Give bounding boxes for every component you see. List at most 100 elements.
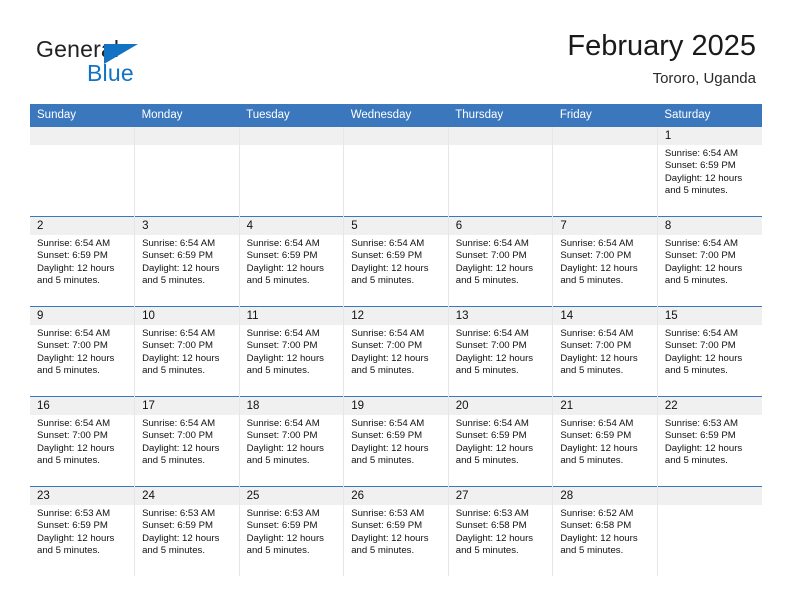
day-cell-inner: 10 Sunrise: 6:54 AM Sunset: 7:00 PM Dayligh…	[135, 307, 239, 396]
day-number: 25	[239, 487, 344, 505]
day-details: Sunrise: 6:54 AM Sunset: 7:00 PM Daylight:…	[658, 325, 762, 378]
calendar-day-cell[interactable]: 25 Sunrise: 6:53 AM Sunset: 6:59 PM Dayligh…	[238, 486, 344, 576]
daylight-text: Daylight: 12 hours and 5 minutes.	[37, 532, 115, 557]
sunrise-text: Sunrise: 6:54 AM	[664, 148, 738, 159]
calendar-week-row: 16 Sunrise: 6:54 AM Sunset: 7:00 PM Dayligh…	[30, 396, 762, 487]
day-details: Sunrise: 6:54 AM Sunset: 7:00 PM Daylight:…	[658, 235, 762, 288]
sunrise-text: Sunrise: 6:53 AM	[142, 508, 216, 519]
day-cell-inner	[135, 127, 239, 216]
calendar-day-cell[interactable]: 10 Sunrise: 6:54 AM Sunset: 7:00 PM Dayligh…	[134, 306, 240, 397]
calendar-day-cell[interactable]: 14 Sunrise: 6:54 AM Sunset: 7:00 PM Dayligh…	[552, 306, 658, 397]
daylight-text: Daylight: 12 hours and 5 minutes.	[142, 532, 220, 557]
daylight-text: Daylight: 12 hours and 5 minutes.	[455, 532, 534, 557]
calendar-day-cell[interactable]: 8 Sunrise: 6:54 AM Sunset: 7:00 PM Daylight…	[656, 216, 762, 307]
day-cell-inner: 22 Sunrise: 6:53 AM Sunset: 6:59 PM Dayligh…	[657, 397, 762, 486]
calendar-page: General Blue February 2025 Tororo, Ugand…	[0, 0, 792, 612]
calendar-day-cell[interactable]: 3 Sunrise: 6:54 AM Sunset: 6:59 PM Daylight…	[134, 216, 240, 307]
calendar-day-cell[interactable]: 24 Sunrise: 6:53 AM Sunset: 6:59 PM Dayligh…	[134, 486, 240, 576]
calendar-week-row: 1 Sunrise: 6:54 AM Sunset: 6:59 PM Daylight…	[30, 126, 762, 217]
day-cell-inner: 21 Sunrise: 6:54 AM Sunset: 6:59 PM Dayligh…	[553, 397, 657, 486]
sunset-text: Sunset: 6:59 PM	[142, 250, 213, 262]
day-number	[30, 127, 135, 145]
calendar-day-cell[interactable]: 26 Sunrise: 6:53 AM Sunset: 6:59 PM Dayligh…	[343, 486, 449, 576]
calendar-day-cell[interactable]: 7 Sunrise: 6:54 AM Sunset: 7:00 PM Daylight…	[552, 216, 658, 307]
calendar-day-cell[interactable]: 15 Sunrise: 6:54 AM Sunset: 7:00 PM Dayligh…	[656, 306, 762, 397]
daylight-text: Daylight: 12 hours and 5 minutes.	[351, 442, 429, 467]
sunset-text: Sunset: 7:00 PM	[560, 340, 632, 352]
calendar-day-cell[interactable]: 28 Sunrise: 6:52 AM Sunset: 6:58 PM Dayligh…	[552, 486, 658, 576]
day-number: 5	[344, 217, 448, 235]
sunrise-text: Sunrise: 6:54 AM	[246, 238, 320, 249]
weekday-header-saturday: Saturday	[657, 104, 762, 127]
calendar-day-cell[interactable]: 11 Sunrise: 6:54 AM Sunset: 7:00 PM Dayligh…	[238, 306, 344, 397]
daylight-text: Daylight: 12 hours and 5 minutes.	[560, 352, 638, 377]
sunrise-text: Sunrise: 6:54 AM	[37, 238, 111, 249]
weekday-header-row: Sunday Monday Tuesday Wednesday Thursday…	[30, 104, 762, 127]
calendar-day-cell[interactable]: 23 Sunrise: 6:53 AM Sunset: 6:59 PM Dayligh…	[30, 486, 135, 576]
sunrise-text: Sunrise: 6:53 AM	[351, 508, 425, 519]
day-number: 11	[239, 307, 344, 325]
day-details: Sunrise: 6:54 AM Sunset: 6:59 PM Daylight:…	[135, 235, 239, 288]
day-cell-inner: 15 Sunrise: 6:54 AM Sunset: 7:00 PM Dayligh…	[657, 307, 762, 396]
daylight-text: Daylight: 12 hours and 5 minutes.	[246, 442, 324, 467]
day-number: 6	[448, 217, 553, 235]
calendar-body: 1 Sunrise: 6:54 AM Sunset: 6:59 PM Daylight…	[30, 126, 762, 576]
sunrise-text: Sunrise: 6:54 AM	[351, 238, 425, 249]
sunrise-text: Sunrise: 6:53 AM	[455, 508, 529, 519]
day-details: Sunrise: 6:54 AM Sunset: 6:59 PM Daylight:…	[553, 415, 657, 468]
calendar-head: Sunday Monday Tuesday Wednesday Thursday…	[30, 104, 762, 127]
day-details: Sunrise: 6:53 AM Sunset: 6:59 PM Daylight:…	[240, 505, 344, 558]
daylight-text: Daylight: 12 hours and 5 minutes.	[664, 172, 743, 197]
daylight-text: Daylight: 12 hours and 5 minutes.	[246, 262, 324, 287]
calendar-day-cell[interactable]: 16 Sunrise: 6:54 AM Sunset: 7:00 PM Dayligh…	[30, 396, 135, 487]
day-number	[344, 127, 448, 145]
day-details: Sunrise: 6:53 AM Sunset: 6:59 PM Daylight:…	[30, 505, 134, 558]
calendar-day-cell[interactable]: 2 Sunrise: 6:54 AM Sunset: 6:59 PM Daylight…	[30, 216, 135, 307]
day-number: 13	[448, 307, 553, 325]
day-cell-inner: 27 Sunrise: 6:53 AM Sunset: 6:58 PM Dayligh…	[448, 487, 553, 576]
daylight-text: Daylight: 12 hours and 5 minutes.	[351, 262, 429, 287]
day-cell-inner: 26 Sunrise: 6:53 AM Sunset: 6:59 PM Dayligh…	[344, 487, 448, 576]
calendar-day-cell[interactable]: 21 Sunrise: 6:54 AM Sunset: 6:59 PM Dayligh…	[552, 396, 658, 487]
weekday-header-wednesday: Wednesday	[343, 104, 449, 127]
day-number: 18	[239, 397, 344, 415]
calendar-day-cell[interactable]: 9 Sunrise: 6:54 AM Sunset: 7:00 PM Daylight…	[30, 306, 135, 397]
sunset-text: Sunset: 6:59 PM	[351, 430, 423, 442]
calendar-day-cell[interactable]: 20 Sunrise: 6:54 AM Sunset: 6:59 PM Dayligh…	[447, 396, 553, 487]
sunset-text: Sunset: 7:00 PM	[455, 250, 527, 262]
sunset-text: Sunset: 6:59 PM	[246, 520, 318, 532]
calendar-day-cell[interactable]: 27 Sunrise: 6:53 AM Sunset: 6:58 PM Dayligh…	[447, 486, 553, 576]
day-cell-inner	[657, 487, 762, 576]
day-number: 10	[135, 307, 239, 325]
day-number: 8	[657, 217, 762, 235]
day-details: Sunrise: 6:54 AM Sunset: 7:00 PM Daylight:…	[30, 415, 134, 468]
daylight-text: Daylight: 12 hours and 5 minutes.	[664, 262, 743, 287]
day-details: Sunrise: 6:54 AM Sunset: 6:59 PM Daylight:…	[30, 235, 134, 288]
calendar-day-cell[interactable]: 6 Sunrise: 6:54 AM Sunset: 7:00 PM Daylight…	[447, 216, 553, 307]
calendar-day-cell[interactable]: 12 Sunrise: 6:54 AM Sunset: 7:00 PM Dayligh…	[343, 306, 449, 397]
day-number: 19	[344, 397, 448, 415]
sunrise-text: Sunrise: 6:54 AM	[246, 328, 320, 339]
sunset-text: Sunset: 7:00 PM	[246, 340, 318, 352]
day-number: 17	[135, 397, 239, 415]
brand-blue-text: Blue	[87, 60, 134, 86]
calendar-day-cell[interactable]: 22 Sunrise: 6:53 AM Sunset: 6:59 PM Dayligh…	[656, 396, 762, 487]
day-cell-inner: 2 Sunrise: 6:54 AM Sunset: 6:59 PM Daylight…	[30, 217, 135, 306]
calendar-day-cell[interactable]: 1 Sunrise: 6:54 AM Sunset: 6:59 PM Daylight…	[656, 126, 762, 217]
calendar-day-cell[interactable]: 4 Sunrise: 6:54 AM Sunset: 6:59 PM Daylight…	[238, 216, 344, 307]
sunset-text: Sunset: 7:00 PM	[37, 430, 108, 442]
calendar-day-cell[interactable]: 13 Sunrise: 6:54 AM Sunset: 7:00 PM Dayligh…	[447, 306, 553, 397]
day-cell-inner	[239, 127, 344, 216]
daylight-text: Daylight: 12 hours and 5 minutes.	[455, 442, 534, 467]
day-details: Sunrise: 6:54 AM Sunset: 6:59 PM Daylight:…	[240, 235, 344, 288]
calendar-day-cell[interactable]: 5 Sunrise: 6:54 AM Sunset: 6:59 PM Daylight…	[343, 216, 449, 307]
day-number: 23	[30, 487, 135, 505]
day-details: Sunrise: 6:52 AM Sunset: 6:58 PM Daylight:…	[553, 505, 657, 558]
sunrise-text: Sunrise: 6:54 AM	[142, 328, 216, 339]
calendar-day-cell[interactable]: 17 Sunrise: 6:54 AM Sunset: 7:00 PM Dayligh…	[134, 396, 240, 487]
calendar-day-cell[interactable]: 19 Sunrise: 6:54 AM Sunset: 6:59 PM Dayligh…	[343, 396, 449, 487]
day-number: 9	[30, 307, 135, 325]
day-details: Sunrise: 6:54 AM Sunset: 7:00 PM Daylight:…	[240, 415, 344, 468]
sunset-text: Sunset: 6:59 PM	[142, 520, 213, 532]
calendar-day-cell[interactable]: 18 Sunrise: 6:54 AM Sunset: 7:00 PM Dayligh…	[238, 396, 344, 487]
